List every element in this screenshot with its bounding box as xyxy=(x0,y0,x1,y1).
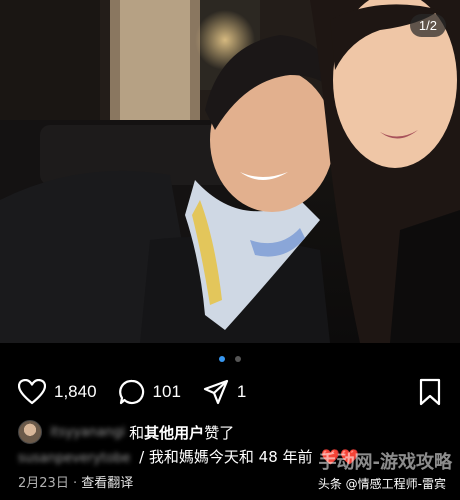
bookmark-icon xyxy=(419,378,441,406)
liker-username[interactable]: itsyyanangi xyxy=(50,425,125,440)
photo-illustration xyxy=(0,0,460,343)
likes-suffix: 赞了 xyxy=(204,423,235,442)
share-button[interactable]: 1 xyxy=(203,379,246,405)
share-count: 1 xyxy=(236,382,247,401)
like-button[interactable]: 1,840 xyxy=(18,379,97,405)
post-caption: susanpeverytobe / 我和媽媽今天和 48 年前 ❤️❤️ xyxy=(18,446,359,467)
image-counter: 1/2 xyxy=(409,14,446,37)
watermark: 手动网-游戏攻略 xyxy=(318,452,452,473)
source-label: 头条 @情感工程师-雷宾 xyxy=(313,473,450,494)
liker-avatar[interactable] xyxy=(18,420,42,444)
post-photo[interactable]: 1/2 xyxy=(0,0,460,343)
comment-count: 101 xyxy=(152,382,181,401)
comment-button[interactable]: 101 xyxy=(118,379,181,405)
likes-and-text: 和 xyxy=(129,423,145,442)
heart-icon xyxy=(18,379,46,405)
comment-icon xyxy=(118,379,144,405)
paper-plane-icon xyxy=(203,379,229,405)
carousel-dot xyxy=(234,356,241,362)
post-meta: 2月23日 · 查看翻译 xyxy=(18,472,133,491)
others-link[interactable]: 其他用户 xyxy=(144,422,204,443)
meta-separator: · xyxy=(72,476,78,491)
likes-summary: itsyyanangi 和 其他用户 赞了 xyxy=(18,420,234,444)
save-button[interactable] xyxy=(418,378,442,410)
action-bar: 1,840 101 1 xyxy=(18,376,268,408)
carousel-indicator xyxy=(0,356,460,362)
caption-text: / 我和媽媽今天和 48 年前 xyxy=(139,448,313,466)
carousel-dot-active xyxy=(219,356,226,362)
post-date: 2月23日 xyxy=(18,476,69,491)
see-translation-link[interactable]: 查看翻译 xyxy=(81,476,133,491)
like-count: 1,840 xyxy=(54,382,97,401)
caption-username[interactable]: susanpeverytobe xyxy=(18,451,130,466)
